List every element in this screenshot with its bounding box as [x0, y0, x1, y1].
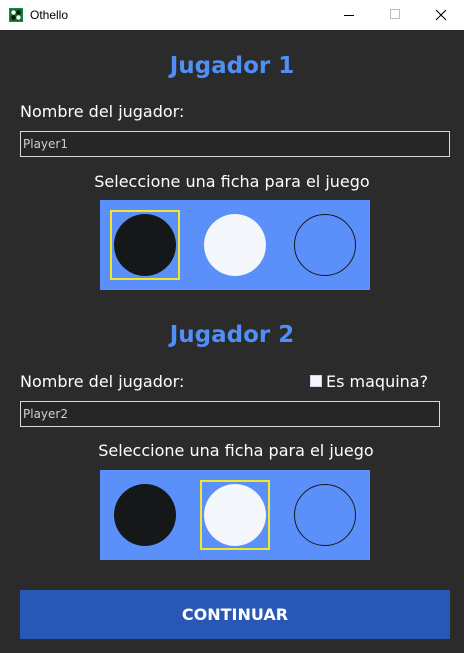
player2-piece-black[interactable]: [110, 480, 180, 550]
machine-checkbox[interactable]: [310, 375, 322, 387]
player2-piece-selector: [100, 470, 370, 560]
player1-name-input[interactable]: Player1: [20, 131, 450, 157]
setup-panel: Jugador 1 Nombre del jugador: Player1 Se…: [0, 30, 464, 653]
window-title: Othello: [30, 8, 69, 22]
blue-disc-icon: [294, 484, 356, 546]
player1-piece-white[interactable]: [200, 210, 270, 280]
player1-name-label: Nombre del jugador:: [20, 102, 185, 121]
maximize-icon: [390, 9, 400, 19]
black-disc-icon: [114, 214, 176, 276]
close-button[interactable]: [418, 0, 464, 30]
player1-select-label: Seleccione una ficha para el juego: [94, 172, 370, 191]
player1-piece-blue[interactable]: [290, 210, 360, 280]
player1-piece-black[interactable]: [110, 210, 180, 280]
player2-piece-white[interactable]: [200, 480, 270, 550]
title-bar: Othello: [0, 0, 464, 30]
othello-app-icon: [9, 8, 23, 22]
white-disc-icon: [204, 214, 266, 276]
blue-disc-icon: [294, 214, 356, 276]
player1-heading: Jugador 1: [169, 53, 295, 79]
close-icon: [435, 9, 447, 21]
player2-name-label: Nombre del jugador:: [20, 372, 185, 391]
white-disc-icon: [204, 484, 266, 546]
player2-select-label: Seleccione una ficha para el juego: [98, 441, 374, 460]
maximize-button[interactable]: [372, 0, 418, 30]
minimize-button[interactable]: [326, 0, 372, 30]
minimize-icon: [344, 15, 354, 16]
continue-button[interactable]: CONTINUAR: [20, 590, 450, 639]
player2-name-input[interactable]: Player2: [20, 401, 440, 427]
player1-piece-selector: [100, 200, 370, 290]
black-disc-icon: [114, 484, 176, 546]
player2-piece-blue[interactable]: [290, 480, 360, 550]
machine-checkbox-label[interactable]: Es maquina?: [326, 372, 428, 392]
player2-heading: Jugador 2: [169, 322, 295, 348]
